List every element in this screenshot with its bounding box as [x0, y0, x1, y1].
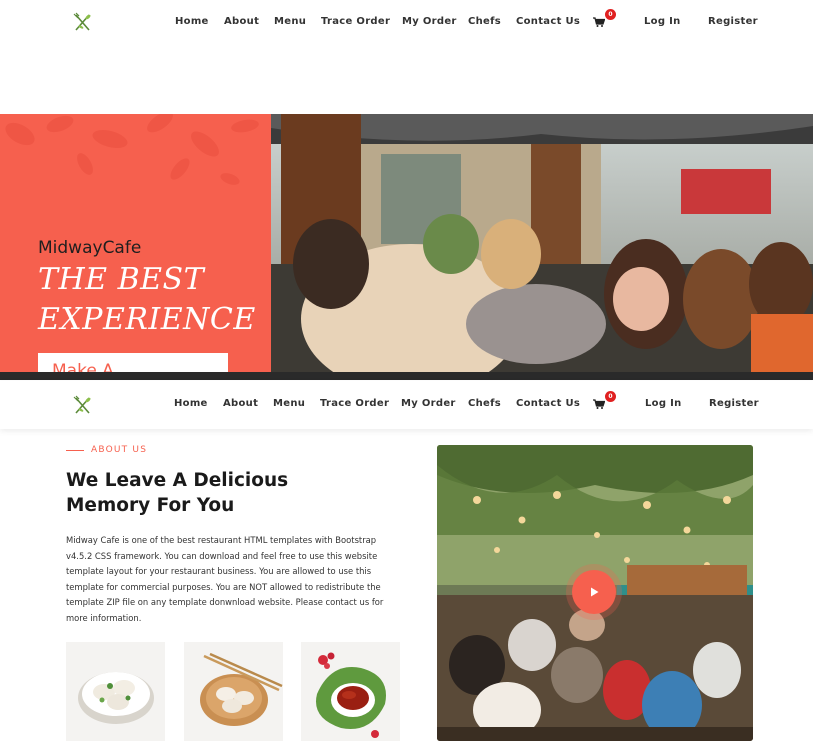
nav-home[interactable]: Home — [174, 398, 208, 409]
about-heading-line-2: Memory For You — [66, 495, 235, 516]
hero-divider-bar — [0, 372, 813, 380]
eyebrow-line-decoration — [66, 450, 84, 451]
cart-icon[interactable] — [593, 399, 605, 409]
dumplings-bowl-image — [78, 672, 154, 724]
nav-my-order[interactable]: My Order — [402, 16, 457, 27]
nav-about[interactable]: About — [223, 398, 258, 409]
thumbnail-dumplings-plate[interactable] — [184, 642, 283, 741]
logo-icon[interactable] — [72, 395, 94, 417]
logo-icon[interactable] — [72, 12, 94, 34]
thumbnail-dumplings-bowl[interactable] — [66, 642, 165, 741]
nav-about[interactable]: About — [224, 16, 259, 27]
dumplings-plate-image — [200, 652, 283, 726]
hero-section: MidwayCafe THE BEST EXPERIENCE Make A — [0, 114, 813, 378]
nav-my-order[interactable]: My Order — [401, 398, 456, 409]
nav-menu[interactable]: Menu — [273, 398, 305, 409]
nav-home[interactable]: Home — [175, 16, 209, 27]
nav-trace-order[interactable]: Trace Order — [321, 16, 390, 27]
about-heading: We Leave A Delicious Memory For You — [66, 468, 326, 518]
nav-login[interactable]: Log In — [644, 16, 681, 27]
nav-register[interactable]: Register — [708, 16, 758, 27]
nav-contact-us[interactable]: Contact Us — [516, 398, 580, 409]
top-navbar: Home About Menu Trace Order My Order Che… — [0, 0, 813, 44]
hero-brand: MidwayCafe — [38, 238, 142, 258]
cart-icon[interactable] — [593, 17, 605, 27]
hero-panel: MidwayCafe THE BEST EXPERIENCE Make A — [0, 114, 271, 378]
leaf-pattern-decoration — [5, 114, 259, 185]
nav-chefs[interactable]: Chefs — [468, 398, 501, 409]
cart-count-badge: 0 — [605, 9, 616, 20]
hero-photo-diners — [271, 114, 813, 378]
nav-menu[interactable]: Menu — [274, 16, 306, 27]
about-heading-line-1: We Leave A Delicious — [66, 470, 289, 491]
about-eyebrow: ABOUT US — [91, 445, 148, 455]
sticky-navbar: Home About Menu Trace Order My Order Che… — [0, 381, 813, 429]
thumbnail-tea-cup[interactable] — [301, 642, 400, 741]
nav-login[interactable]: Log In — [645, 398, 682, 409]
cart-count-badge: 0 — [605, 391, 616, 402]
nav-chefs[interactable]: Chefs — [468, 16, 501, 27]
nav-trace-order[interactable]: Trace Order — [320, 398, 389, 409]
about-description: Midway Cafe is one of the best restauran… — [66, 535, 384, 623]
nav-contact-us[interactable]: Contact Us — [516, 16, 580, 27]
hero-title-line-2: EXPERIENCE — [38, 302, 256, 337]
hero-title-line-1: THE BEST — [38, 262, 205, 297]
tea-cup-image — [316, 652, 386, 738]
nav-register[interactable]: Register — [709, 398, 759, 409]
play-video-button[interactable] — [572, 570, 616, 614]
hero-title: THE BEST EXPERIENCE — [38, 260, 256, 340]
play-icon — [591, 587, 599, 597]
